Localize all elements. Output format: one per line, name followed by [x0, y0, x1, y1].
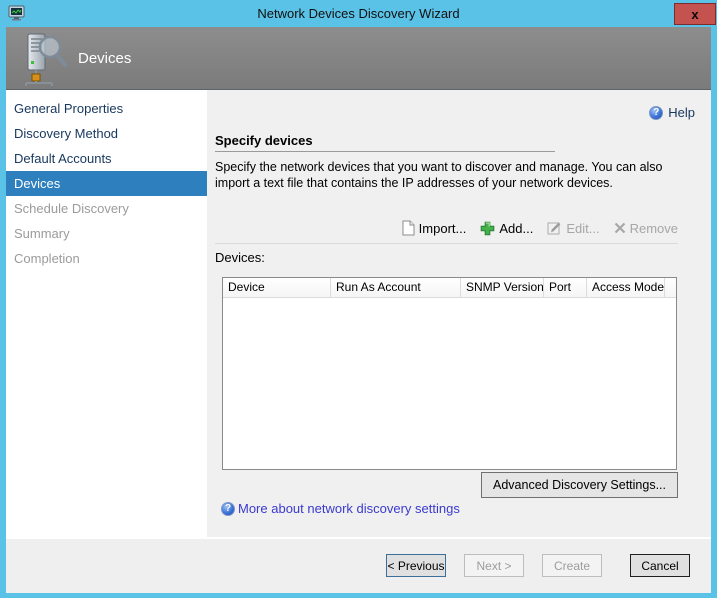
toolbar-separator: [215, 243, 678, 244]
column-header-port[interactable]: Port: [544, 278, 587, 297]
close-button[interactable]: x: [674, 3, 716, 25]
help-icon: ?: [649, 106, 663, 120]
more-about-link[interactable]: ? More about network discovery settings: [221, 501, 460, 516]
remove-button[interactable]: Remove: [614, 221, 678, 236]
sidebar-item-general-properties[interactable]: General Properties: [6, 96, 207, 121]
green-plus-icon: [480, 221, 495, 236]
page-title: Devices: [78, 50, 131, 67]
advanced-discovery-settings-button[interactable]: Advanced Discovery Settings...: [481, 472, 678, 498]
wizard-steps-sidebar: General Properties Discovery Method Defa…: [6, 90, 207, 537]
section-description: Specify the network devices that you wan…: [215, 159, 687, 191]
server-magnifier-icon: [22, 32, 70, 86]
create-button[interactable]: Create: [542, 554, 602, 577]
x-mark-icon: [614, 222, 626, 234]
edit-page-icon: [547, 221, 562, 235]
help-label: Help: [668, 105, 695, 120]
main-panel: ? Help Specify devices Specify the netwo…: [207, 90, 711, 537]
column-header-filler: [665, 278, 676, 297]
add-button[interactable]: Add...: [480, 221, 533, 236]
sidebar-item-discovery-method[interactable]: Discovery Method: [6, 121, 207, 146]
heading-rule: [215, 151, 555, 152]
blank-page-icon: [402, 220, 415, 236]
wizard-header: Devices: [6, 27, 711, 90]
cancel-button[interactable]: Cancel: [630, 554, 690, 577]
section-heading: Specify devices: [215, 133, 313, 148]
sidebar-item-completion[interactable]: Completion: [6, 246, 207, 271]
column-header-run-as-account[interactable]: Run As Account: [331, 278, 461, 297]
devices-table-body[interactable]: [223, 298, 676, 469]
column-header-snmp-version[interactable]: SNMP Version: [461, 278, 544, 297]
column-header-access-mode[interactable]: Access Mode: [587, 278, 665, 297]
devices-list-label: Devices:: [215, 250, 265, 265]
wizard-window: Network Devices Discovery Wizard x Devic…: [0, 0, 717, 598]
more-about-label: More about network discovery settings: [238, 501, 460, 516]
devices-table-header: Device Run As Account SNMP Version Port …: [223, 278, 676, 298]
devices-table[interactable]: Device Run As Account SNMP Version Port …: [222, 277, 677, 470]
edit-button[interactable]: Edit...: [547, 221, 599, 236]
footer-buttons: < Previous Next > Create Cancel: [386, 554, 690, 577]
next-button[interactable]: Next >: [464, 554, 524, 577]
footer-bar: < Previous Next > Create Cancel: [6, 537, 711, 593]
help-link[interactable]: ? Help: [649, 105, 695, 120]
column-header-device[interactable]: Device: [223, 278, 331, 297]
question-circle-icon: ?: [221, 502, 235, 516]
previous-button[interactable]: < Previous: [386, 554, 446, 577]
sidebar-item-devices[interactable]: Devices: [6, 171, 207, 196]
sidebar-item-summary[interactable]: Summary: [6, 221, 207, 246]
sidebar-item-default-accounts[interactable]: Default Accounts: [6, 146, 207, 171]
sidebar-item-schedule-discovery[interactable]: Schedule Discovery: [6, 196, 207, 221]
devices-toolbar: Import... Add... Edit...: [402, 218, 678, 238]
window-title: Network Devices Discovery Wizard: [0, 0, 717, 27]
title-bar: Network Devices Discovery Wizard x: [0, 0, 717, 27]
import-button[interactable]: Import...: [402, 220, 467, 236]
